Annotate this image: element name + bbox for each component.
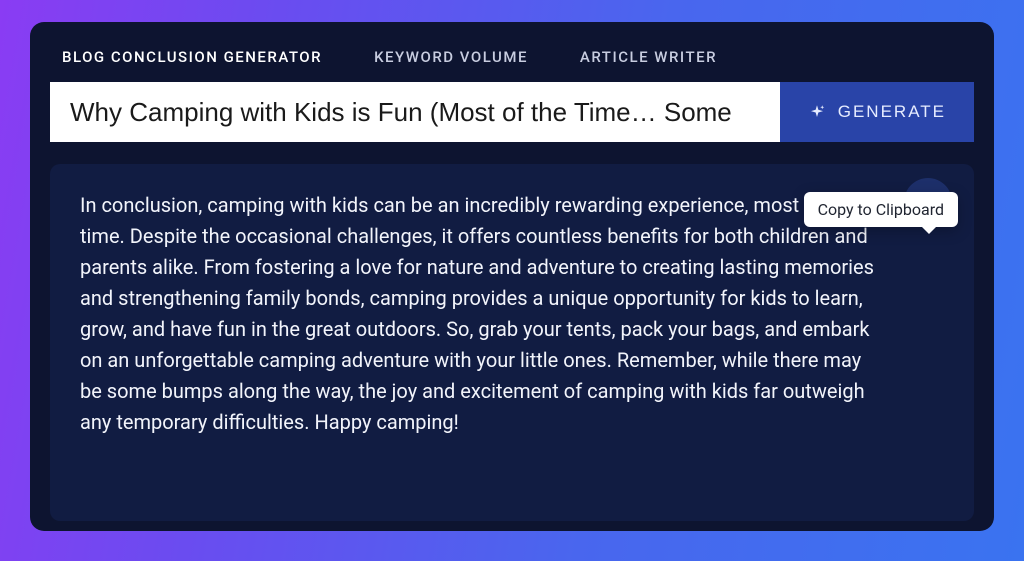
generate-button[interactable]: GENERATE: [780, 82, 974, 142]
copy-tooltip: Copy to Clipboard: [804, 192, 958, 227]
output-text: In conclusion, camping with kids can be …: [80, 190, 884, 438]
sparkle-icon: [808, 103, 826, 121]
generate-button-label: GENERATE: [838, 102, 946, 122]
input-row: GENERATE: [50, 82, 974, 142]
tab-blog-conclusion[interactable]: BLOG CONCLUSION GENERATOR: [36, 36, 348, 78]
tab-keyword-volume[interactable]: KEYWORD VOLUME: [348, 36, 554, 78]
topic-input[interactable]: [50, 82, 780, 142]
tabs-row: BLOG CONCLUSION GENERATOR KEYWORD VOLUME…: [30, 22, 994, 78]
generator-card: BLOG CONCLUSION GENERATOR KEYWORD VOLUME…: [30, 22, 994, 531]
tab-article-writer[interactable]: ARTICLE WRITER: [554, 36, 743, 78]
